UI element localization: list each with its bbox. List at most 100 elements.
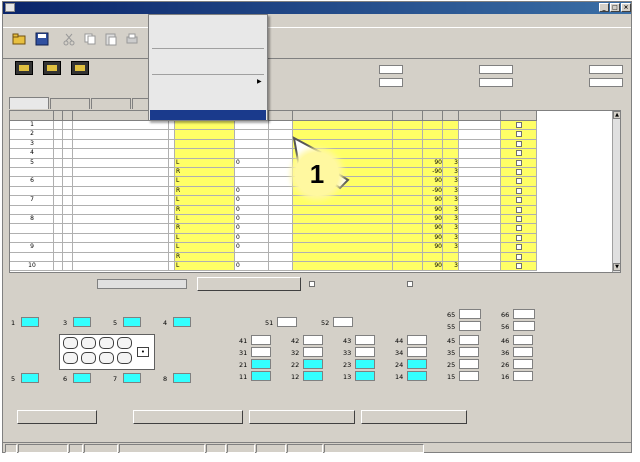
- key-button[interactable]: [99, 352, 114, 364]
- grid-checkbox-cell[interactable]: [501, 168, 537, 178]
- port-value[interactable]: [459, 371, 479, 381]
- grid-checkbox-cell[interactable]: [501, 243, 537, 253]
- grid-cell[interactable]: [54, 262, 63, 272]
- grid-cell[interactable]: L: [175, 243, 235, 253]
- row-checkbox[interactable]: [516, 150, 522, 157]
- slot-value[interactable]: [21, 373, 39, 383]
- grid-cell[interactable]: [443, 121, 459, 131]
- grid-cell[interactable]: [393, 149, 423, 159]
- row-checkbox[interactable]: [516, 169, 522, 175]
- grid-cell[interactable]: 90: [423, 243, 443, 253]
- grid-cell[interactable]: 3: [443, 177, 459, 187]
- row-checkbox[interactable]: [516, 253, 522, 260]
- port-value[interactable]: [407, 347, 427, 357]
- grid-cell[interactable]: [393, 243, 423, 253]
- grid-cell[interactable]: [63, 233, 73, 244]
- grid-cell[interactable]: [54, 252, 63, 262]
- grid-cell[interactable]: 0: [235, 215, 269, 225]
- grid-cell[interactable]: [54, 177, 63, 187]
- grid-cell[interactable]: 0: [235, 186, 269, 197]
- grid-cell[interactable]: [459, 196, 501, 206]
- grid-cell[interactable]: 90: [423, 158, 443, 168]
- grid-cell[interactable]: 0: [235, 243, 269, 253]
- grid-checkbox-cell[interactable]: [501, 224, 537, 234]
- bottom-button-4[interactable]: [361, 410, 467, 424]
- mode-set-button[interactable]: [197, 277, 301, 291]
- grid-cell[interactable]: 3: [443, 215, 459, 225]
- grid-cell[interactable]: [269, 224, 293, 234]
- key-button[interactable]: [81, 337, 96, 349]
- toolbar-button-cut[interactable]: [58, 30, 80, 58]
- minimize-button[interactable]: _: [599, 3, 609, 12]
- grid-cell[interactable]: [235, 252, 269, 262]
- grid-cell[interactable]: [423, 149, 443, 159]
- grid-cell[interactable]: [235, 139, 269, 150]
- grid-cell[interactable]: [459, 177, 501, 187]
- tab-1[interactable]: [9, 97, 49, 109]
- grid-cell[interactable]: [393, 168, 423, 178]
- grid-cell[interactable]: [54, 224, 63, 234]
- grid-cell[interactable]: [293, 205, 393, 215]
- maximize-button[interactable]: □: [610, 3, 620, 12]
- row-checkbox[interactable]: [516, 216, 522, 222]
- grid-cell[interactable]: 3: [443, 224, 459, 234]
- grid-checkbox-cell[interactable]: [501, 252, 537, 262]
- grid-cell[interactable]: -90: [423, 168, 443, 178]
- grid-cell[interactable]: 0: [235, 233, 269, 244]
- bottom-button-1[interactable]: [17, 410, 97, 424]
- port-value[interactable]: [303, 335, 323, 345]
- grid-cell[interactable]: 0: [235, 158, 269, 168]
- port-value[interactable]: [251, 371, 271, 381]
- port-value[interactable]: [459, 335, 479, 345]
- grid-cell[interactable]: 90: [423, 215, 443, 225]
- grid-cell[interactable]: [443, 252, 459, 262]
- grid-cell[interactable]: [73, 205, 169, 215]
- grid-cell[interactable]: [293, 121, 393, 131]
- row-checkbox[interactable]: [516, 234, 522, 241]
- grid-checkbox-cell[interactable]: [501, 158, 537, 168]
- row-checkbox[interactable]: [516, 244, 522, 251]
- slot-module-1[interactable]: [11, 61, 37, 89]
- port-value[interactable]: [407, 371, 427, 381]
- tab-3[interactable]: [91, 98, 131, 109]
- grid-cell[interactable]: [393, 139, 423, 150]
- grid-cell[interactable]: [54, 139, 63, 150]
- port-value[interactable]: [513, 347, 533, 357]
- port-value[interactable]: [251, 359, 271, 369]
- grid-cell[interactable]: [459, 262, 501, 272]
- grid-cell[interactable]: [10, 233, 54, 244]
- port-value[interactable]: [513, 371, 533, 381]
- grid-cell[interactable]: [63, 243, 73, 253]
- grid-cell[interactable]: 90: [423, 196, 443, 206]
- grid-cell[interactable]: [63, 252, 73, 262]
- grid-cell[interactable]: [73, 177, 169, 187]
- grid-cell[interactable]: [10, 186, 54, 197]
- grid-cell[interactable]: 90: [423, 224, 443, 234]
- key-button[interactable]: [63, 352, 78, 364]
- toolbar-button-copy[interactable]: [79, 30, 101, 58]
- slot-value[interactable]: [73, 317, 91, 327]
- slot-value[interactable]: [73, 373, 91, 383]
- grid-cell[interactable]: [459, 186, 501, 197]
- grid-cell[interactable]: 90: [423, 205, 443, 215]
- grid-cell[interactable]: [54, 196, 63, 206]
- port-value[interactable]: [251, 347, 271, 357]
- port-value[interactable]: [459, 309, 481, 319]
- grid-cell[interactable]: [175, 121, 235, 131]
- grid-cell[interactable]: L: [175, 215, 235, 225]
- grid-cell[interactable]: [63, 130, 73, 140]
- grid-cell[interactable]: [63, 224, 73, 234]
- grid-cell[interactable]: L: [175, 196, 235, 206]
- toolbar-button-print[interactable]: [121, 30, 143, 58]
- grid-cell[interactable]: [459, 205, 501, 215]
- grid-cell[interactable]: 3: [443, 262, 459, 272]
- grid-cell[interactable]: 3: [443, 186, 459, 197]
- port-value[interactable]: [513, 359, 533, 369]
- row-checkbox[interactable]: [516, 206, 522, 213]
- slot-value[interactable]: [173, 373, 191, 383]
- grid-cell[interactable]: [54, 243, 63, 253]
- close-button[interactable]: ×: [621, 3, 631, 12]
- grid-cell[interactable]: [73, 158, 169, 168]
- grid-cell[interactable]: [63, 186, 73, 197]
- grid-cell[interactable]: [73, 262, 169, 272]
